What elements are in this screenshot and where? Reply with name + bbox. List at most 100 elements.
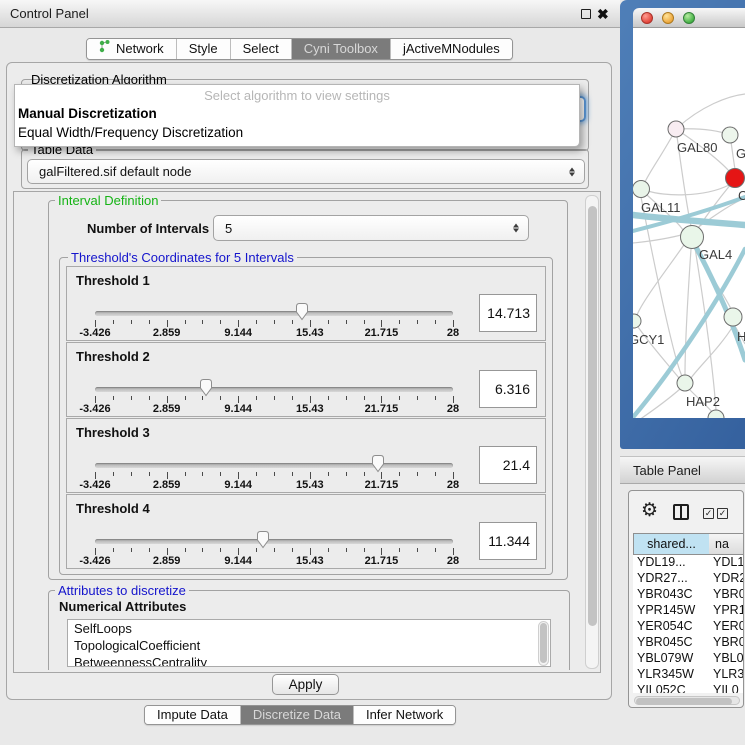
cell-shared-name: YBL079W [633, 651, 709, 667]
threshold-label: Threshold 4 [76, 501, 150, 516]
network-edge[interactable] [648, 185, 729, 195]
node-label: HAP2 [686, 394, 720, 409]
attribute-items: SelfLoopsTopologicalCoefficientBetweenne… [68, 620, 550, 667]
table-body[interactable]: YDL19...YDL1YDR27...YDR2YBR043CYBR0YPR14… [633, 555, 744, 693]
table-row[interactable]: YER054CYER0 [633, 619, 744, 635]
numerical-attributes-list[interactable]: SelfLoopsTopologicalCoefficientBetweenne… [67, 619, 551, 667]
table-row[interactable]: YBR043CYBR0 [633, 587, 744, 603]
network-edge[interactable] [676, 94, 745, 129]
column-header-shared-name[interactable]: shared... [633, 533, 710, 555]
slider-thumb[interactable] [294, 302, 310, 326]
network-node-gcy1[interactable] [633, 314, 641, 328]
slider-track[interactable] [95, 387, 453, 392]
tab-discretize-data[interactable]: Discretize Data [240, 706, 353, 724]
cell-name: YPR1 [709, 603, 744, 619]
network-node-gal4[interactable] [681, 226, 704, 249]
attribute-item-selfloops[interactable]: SelfLoops [68, 620, 550, 637]
network-node[interactable] [708, 410, 724, 418]
node-label: GAL11 [641, 200, 681, 215]
mac-zoom-button[interactable] [683, 12, 695, 24]
control-panel-titlebar: Control Panel ✖ [0, 0, 620, 28]
table-panel-window: ⚙ ✓ ✓ shared... na YDL19...YDL1YDR27...Y… [628, 490, 744, 708]
tab-impute-data[interactable]: Impute Data [145, 706, 240, 724]
top-tab-bar: NetworkStyleSelectCyni Toolbox jActiveMNo… [86, 38, 513, 60]
stepper-arrows-icon [569, 167, 575, 176]
close-icon[interactable]: ✖ [597, 4, 609, 24]
tab-style[interactable]: Style [176, 39, 230, 59]
node-label: C [738, 188, 745, 203]
numerical-attributes-label: Numerical Attributes [59, 599, 186, 614]
attributes-scrollbar[interactable] [538, 621, 549, 666]
network-window-titlebar [633, 8, 745, 28]
checkbox-icon[interactable]: ✓ [703, 508, 714, 519]
tab-cyni-toolbox[interactable]: Cyni Toolbox [291, 39, 390, 59]
table-data-combo[interactable]: galFiltered.sif default node [27, 159, 585, 184]
thresholds-group-title: Threshold's Coordinates for 5 Intervals [68, 250, 297, 265]
tab-label: jActiveMNodules [403, 39, 500, 59]
network-edge[interactable] [637, 242, 686, 315]
network-node-ga[interactable] [722, 127, 738, 143]
number-of-intervals-label: Number of Intervals [87, 221, 209, 236]
table-row[interactable]: YIL052CYIL0 [633, 683, 744, 693]
slider-thumb[interactable] [198, 378, 214, 402]
threshold-panel-4: Threshold 4-3.4262.8599.14415.4321.71528… [66, 494, 546, 569]
tab-select[interactable]: Select [230, 39, 291, 59]
node-label: GCY1 [633, 332, 664, 347]
network-node-h[interactable] [724, 308, 742, 326]
mac-close-button[interactable] [641, 12, 653, 24]
attribute-item-topologicalcoefficient[interactable]: TopologicalCoefficient [68, 637, 550, 654]
tab-infer-network[interactable]: Infer Network [353, 706, 455, 724]
table-hscrollbar[interactable] [634, 696, 740, 705]
number-of-intervals-combo[interactable]: 5 [213, 215, 529, 241]
slider-thumb[interactable] [370, 454, 386, 478]
network-icon [99, 39, 110, 59]
network-node-gal80[interactable] [668, 121, 684, 137]
network-edge[interactable] [633, 234, 685, 243]
apply-button[interactable]: Apply [272, 674, 339, 695]
column-header-name[interactable]: na [709, 533, 744, 555]
gear-icon[interactable]: ⚙ [641, 499, 658, 522]
slider-track[interactable] [95, 463, 453, 468]
algorithm-option-equal-width-frequency-discretization[interactable]: Equal Width/Frequency Discretization [18, 125, 243, 140]
network-edge[interactable] [685, 249, 691, 375]
algorithm-option-manual-discretization[interactable]: Manual Discretization [18, 106, 157, 121]
settings-scrollbar[interactable] [585, 195, 599, 669]
tab-network[interactable]: Network [87, 39, 176, 59]
mac-minimize-button[interactable] [662, 12, 674, 24]
network-node-hap2[interactable] [677, 375, 693, 391]
table-row[interactable]: YPR145WYPR1 [633, 603, 744, 619]
panel-title: Control Panel [10, 0, 89, 27]
threshold-value-field[interactable]: 14.713 [479, 294, 537, 332]
table-row[interactable]: YBL079WYBL0 [633, 651, 744, 667]
threshold-value-field[interactable]: 21.4 [479, 446, 537, 484]
cell-name: YDR2 [709, 571, 744, 587]
table-row[interactable]: YDL19...YDL1 [633, 555, 744, 571]
stepper-arrows-icon [513, 224, 519, 233]
table-row[interactable]: YDR27...YDR2 [633, 571, 744, 587]
cell-name: YER0 [709, 619, 744, 635]
network-node-c[interactable] [726, 169, 745, 188]
float-window-icon[interactable] [581, 9, 591, 19]
network-edge[interactable] [633, 389, 680, 418]
tab-label: Infer Network [366, 706, 443, 724]
tab-label: Impute Data [157, 706, 228, 724]
attribute-item-betweennesscentrality[interactable]: BetweennessCentrality [68, 654, 550, 667]
threshold-value-field[interactable]: 11.344 [479, 522, 537, 560]
network-canvas[interactable]: GAL80GACGAL11GAL4HGCY1HAP2 [633, 28, 745, 418]
cell-shared-name: YBR045C [633, 635, 709, 651]
table-data-value: galFiltered.sif default node [39, 160, 191, 184]
checkbox-icon[interactable]: ✓ [717, 508, 728, 519]
column-layout-icon[interactable] [673, 504, 689, 520]
slider-track[interactable] [95, 539, 453, 544]
table-row[interactable]: YBR045CYBR0 [633, 635, 744, 651]
slider-track[interactable] [95, 311, 453, 316]
attributes-group-title: Attributes to discretize [55, 583, 189, 598]
network-node-gal11[interactable] [633, 181, 650, 198]
thresholds-group: Threshold's Coordinates for 5 Intervals … [59, 257, 553, 575]
table-row[interactable]: YLR345WYLR3 [633, 667, 744, 683]
threshold-value-field[interactable]: 6.316 [479, 370, 537, 408]
tab-jactivemnodules[interactable]: jActiveMNodules [390, 39, 512, 59]
network-edge[interactable] [645, 129, 676, 182]
cell-shared-name: YBR043C [633, 587, 709, 603]
slider-thumb[interactable] [255, 530, 271, 554]
